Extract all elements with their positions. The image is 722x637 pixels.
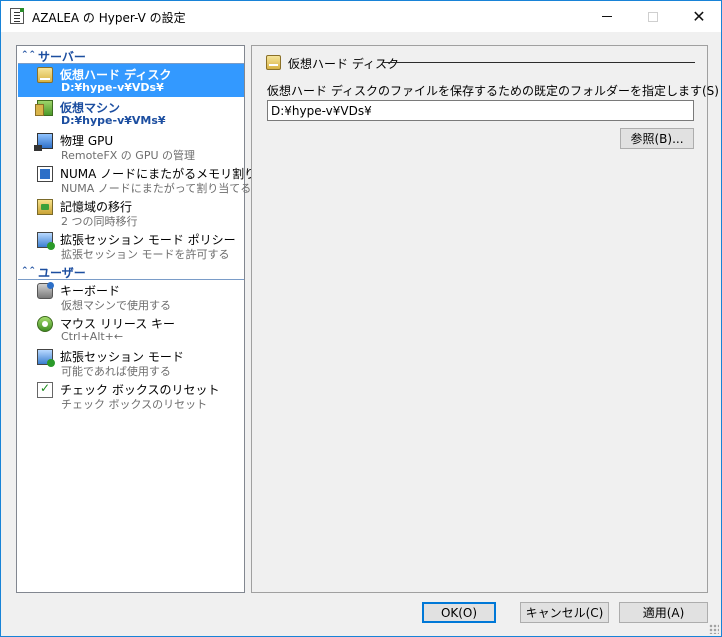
item-value: Ctrl+Alt+← — [61, 330, 124, 343]
folder-path-input[interactable] — [267, 100, 694, 121]
keyboard-icon — [37, 282, 54, 299]
title-bar[interactable]: AZALEA の Hyper-V の設定 ✕ — [1, 1, 721, 32]
sidebar-item-virtual-disk[interactable]: 仮想ハード ディスク D:¥hype-v¥VDs¥ — [18, 64, 244, 97]
item-value: D:¥hype-v¥VDs¥ — [61, 81, 164, 94]
minimize-icon — [602, 16, 612, 17]
numa-icon — [37, 166, 53, 182]
item-value: 2 つの同時移行 — [61, 215, 138, 228]
virtual-disk-icon — [37, 67, 53, 83]
folder-description: 仮想ハード ディスクのファイルを保存するための既定のフォルダーを指定します(S) — [267, 84, 719, 98]
session-icon — [37, 349, 55, 367]
apply-button[interactable]: 適用(A) — [619, 602, 708, 623]
minimize-button[interactable] — [584, 1, 630, 32]
collapse-chevron-icon: ⌃⌃ — [21, 266, 37, 276]
resize-grip[interactable] — [709, 624, 719, 634]
user-section-header[interactable]: ⌃⌃ ユーザー — [18, 263, 244, 280]
section-title: 仮想ハード ディスク — [288, 57, 399, 71]
item-value: D:¥hype-v¥VMs¥ — [61, 114, 166, 127]
item-value: チェック ボックスのリセット — [61, 398, 208, 411]
item-value: 可能であれば使用する — [61, 365, 171, 378]
session-policy-icon — [37, 232, 55, 250]
sidebar-item-reset-checkboxes[interactable]: チェック ボックスのリセット チェック ボックスのリセット — [18, 379, 244, 412]
item-value: NUMA ノードにまたがって割り当てる — [61, 182, 252, 195]
checkbox-reset-icon — [37, 381, 53, 398]
sidebar-item-session-policy[interactable]: 拡張セッション モード ポリシー 拡張セッション モードを許可する — [18, 229, 244, 262]
sidebar-item-mouse-release[interactable]: マウス リリース キー Ctrl+Alt+← — [18, 313, 244, 346]
collapse-chevron-icon: ⌃⌃ — [21, 50, 37, 60]
section-divider — [382, 62, 695, 63]
settings-tree: ⌃⌃ サーバー 仮想ハード ディスク D:¥hype-v¥VDs¥ 仮想マシン … — [16, 45, 280, 593]
close-icon: ✕ — [692, 6, 706, 26]
sidebar-item-virtual-machine[interactable]: 仮想マシン D:¥hype-v¥VMs¥ — [18, 97, 244, 130]
virtual-disk-icon — [266, 55, 281, 70]
maximize-button — [630, 1, 676, 32]
window-title: AZALEA の Hyper-V の設定 — [32, 11, 186, 25]
details-panel: 仮想ハード ディスク 仮想ハード ディスクのファイルを保存するための既定のフォル… — [251, 45, 719, 593]
close-button[interactable]: ✕ — [676, 1, 722, 32]
item-value: 仮想マシンで使用する — [61, 299, 171, 312]
sidebar-item-keyboard[interactable]: キーボード 仮想マシンで使用する — [18, 280, 244, 313]
virtual-machine-icon — [35, 100, 53, 116]
storage-migration-icon — [37, 199, 53, 215]
sidebar-item-storage-migration[interactable]: 記憶域の移行 2 つの同時移行 — [18, 196, 244, 229]
cancel-button[interactable]: キャンセル(C) — [520, 602, 609, 623]
browse-button[interactable]: 参照(B)... — [620, 128, 694, 149]
gpu-icon — [34, 133, 53, 151]
server-section-header[interactable]: ⌃⌃ サーバー — [18, 47, 244, 64]
mouse-icon — [37, 316, 53, 332]
settings-window: AZALEA の Hyper-V の設定 ✕ ⌃⌃ サーバー 仮想ハード ディス… — [0, 0, 722, 637]
server-section-label: サーバー — [38, 50, 86, 64]
app-icon — [10, 8, 24, 24]
sidebar-item-enhanced-session[interactable]: 拡張セッション モード 可能であれば使用する — [18, 346, 244, 379]
item-value: 拡張セッション モードを許可する — [61, 248, 230, 261]
sidebar-item-numa[interactable]: NUMA ノードにまたがるメモリ割り当て NUMA ノードにまたがって割り当てる — [18, 163, 280, 196]
ok-button[interactable]: OK(O) — [422, 602, 496, 623]
user-section-label: ユーザー — [38, 266, 86, 280]
item-value: RemoteFX の GPU の管理 — [61, 149, 196, 162]
maximize-icon — [648, 11, 658, 22]
sidebar-item-physical-gpu[interactable]: 物理 GPU RemoteFX の GPU の管理 — [18, 130, 244, 163]
